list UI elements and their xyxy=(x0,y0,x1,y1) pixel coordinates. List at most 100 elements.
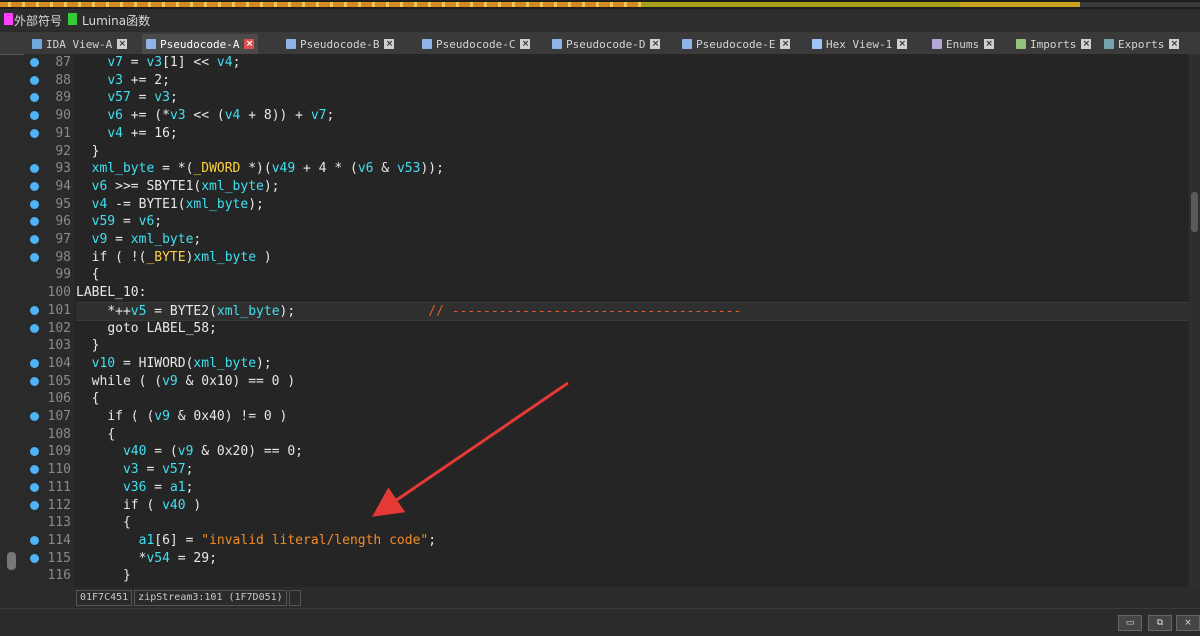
code-token: = ( xyxy=(146,444,178,460)
tab-imports[interactable]: Imports × xyxy=(1012,34,1095,54)
close-icon[interactable]: × xyxy=(1081,39,1092,49)
tab-label: Pseudocode-D xyxy=(566,37,646,51)
code-token: = *( xyxy=(154,161,194,177)
code-line[interactable]: goto LABEL_58; xyxy=(76,320,1189,338)
code-token: xml_byte xyxy=(91,161,155,177)
close-icon[interactable]: × xyxy=(117,39,128,49)
scrollbar-thumb[interactable] xyxy=(1191,192,1198,232)
line-number: 90 xyxy=(55,108,71,124)
tab-hex-view-1[interactable]: Hex View-1 × xyxy=(808,34,911,54)
code-line[interactable]: v3 = v57; xyxy=(76,461,1189,479)
code-line[interactable]: v7 = v3[1] << v4; xyxy=(76,54,1189,72)
line-number: 91 xyxy=(55,125,71,141)
code-line[interactable]: v4 += 16; xyxy=(76,125,1189,143)
code-line[interactable]: } xyxy=(76,567,1189,585)
close-icon[interactable]: × xyxy=(897,39,908,49)
code-token: v9 xyxy=(154,409,170,424)
status-extra xyxy=(288,590,301,606)
tab-ida-view-a[interactable]: IDA View-A × xyxy=(28,34,131,54)
code-line[interactable]: { xyxy=(76,514,1189,532)
code-line[interactable]: *v54 = 29; xyxy=(76,550,1189,568)
nav-tick xyxy=(50,2,53,7)
code-line[interactable]: v10 = HIWORD(xml_byte); xyxy=(76,355,1189,373)
code-line[interactable]: a1[6] = "invalid literal/length code"; xyxy=(76,532,1189,550)
code-line[interactable]: v9 = xml_byte; xyxy=(76,231,1189,249)
code-line[interactable]: if ( !(_BYTE)xml_byte ) xyxy=(76,249,1189,267)
code-token: = xyxy=(130,90,155,106)
close-icon[interactable]: × xyxy=(244,39,255,49)
code-line[interactable]: while ( (v9 & 0x10) == 0 ) xyxy=(76,373,1189,391)
pseudocode-editor[interactable]: 87 88 89 90 91 92 93 94 95 96 97 98 99 100 101 102 103 10… xyxy=(24,54,1189,587)
pseudocode-icon xyxy=(286,39,296,49)
code-token: += 2; xyxy=(122,72,170,88)
code-line[interactable]: { xyxy=(76,390,1189,408)
code-token: *++ xyxy=(107,303,131,319)
restore-button[interactable]: ⧉ xyxy=(1148,615,1172,631)
code-token: v3 xyxy=(122,462,139,478)
line-number: 112 xyxy=(47,497,71,513)
code-line[interactable]: if ( v40 ) xyxy=(76,497,1189,515)
code-line[interactable]: v4 -= BYTE1(xml_byte); xyxy=(76,196,1189,214)
vertical-scrollbar[interactable] xyxy=(1189,54,1200,587)
tab-enums[interactable]: Enums × xyxy=(928,34,998,54)
code-token: _BYTE xyxy=(146,249,186,265)
tab-exports[interactable]: Exports × xyxy=(1100,34,1183,54)
nav-tick xyxy=(162,2,165,7)
nav-tick xyxy=(36,2,39,7)
code-line[interactable]: } xyxy=(76,143,1189,161)
code-token: v9 xyxy=(177,444,194,460)
code-token: v7 xyxy=(107,55,123,70)
tab-pseudocode-d[interactable]: Pseudocode-D × xyxy=(548,34,664,54)
nav-tick xyxy=(554,2,557,7)
code-line[interactable]: xml_byte = *(_DWORD *)(v49 + 4 * (v6 & v… xyxy=(76,160,1189,178)
code-token: [6] = xyxy=(154,532,202,548)
tab-label: IDA View-A xyxy=(46,37,113,51)
code-line[interactable]: v6 >>= SBYTE1(xml_byte); xyxy=(76,178,1189,196)
code-line[interactable]: v59 = v6; xyxy=(76,213,1189,231)
nav-tick xyxy=(582,2,585,7)
legend-label: Lumina函数 xyxy=(82,14,151,28)
close-icon[interactable]: × xyxy=(520,39,531,49)
code-area[interactable]: v7 = v3[1] << v4; v3 += 2; v57 = v3; v6 … xyxy=(76,54,1189,587)
code-line[interactable]: } xyxy=(76,337,1189,355)
close-icon[interactable]: × xyxy=(780,39,791,49)
nav-tick xyxy=(316,2,319,7)
code-line[interactable]: v36 = a1; xyxy=(76,479,1189,497)
nav-tick xyxy=(414,2,417,7)
tab-pseudocode-c[interactable]: Pseudocode-C × xyxy=(418,34,534,54)
code-line[interactable]: v57 = v3; xyxy=(76,89,1189,107)
code-line[interactable]: v40 = (v9 & 0x20) == 0; xyxy=(76,443,1189,461)
tab-pseudocode-a[interactable]: Pseudocode-A × xyxy=(142,34,259,54)
code-line[interactable]: { xyxy=(76,266,1189,284)
close-icon[interactable]: × xyxy=(650,39,661,49)
line-number: 114 xyxy=(47,532,71,548)
code-line[interactable]: { xyxy=(76,426,1189,444)
close-icon[interactable]: × xyxy=(1169,39,1180,49)
code-token: = xyxy=(138,462,163,478)
code-token: v4 xyxy=(216,55,233,70)
pseudocode-icon xyxy=(422,39,432,49)
tab-pseudocode-b[interactable]: Pseudocode-B × xyxy=(282,34,398,54)
line-number: 109 xyxy=(47,444,71,460)
splitter-handle[interactable] xyxy=(7,552,16,570)
minimize-button[interactable]: ▭ xyxy=(1118,615,1142,631)
code-line[interactable]: LABEL_10: xyxy=(76,284,1189,302)
tab-pseudocode-e[interactable]: Pseudocode-E × xyxy=(678,34,794,54)
code-token: xml_byte xyxy=(201,178,264,194)
code-token: if ( !( xyxy=(91,249,147,265)
navigation-band[interactable] xyxy=(0,0,1200,9)
close-window-button[interactable]: × xyxy=(1176,615,1200,631)
code-line[interactable]: v3 += 2; xyxy=(76,72,1189,90)
code-token: { xyxy=(91,391,100,407)
code-line[interactable]: if ( (v9 & 0x40) != 0 ) xyxy=(76,408,1189,426)
code-token: ; xyxy=(326,108,335,124)
code-line[interactable]: v6 += (*v3 << (v4 + 8)) + v7; xyxy=(76,107,1189,125)
nav-tick xyxy=(190,2,193,7)
code-token: v9 xyxy=(162,373,178,389)
close-icon[interactable]: × xyxy=(384,39,395,49)
close-icon[interactable]: × xyxy=(984,39,995,49)
